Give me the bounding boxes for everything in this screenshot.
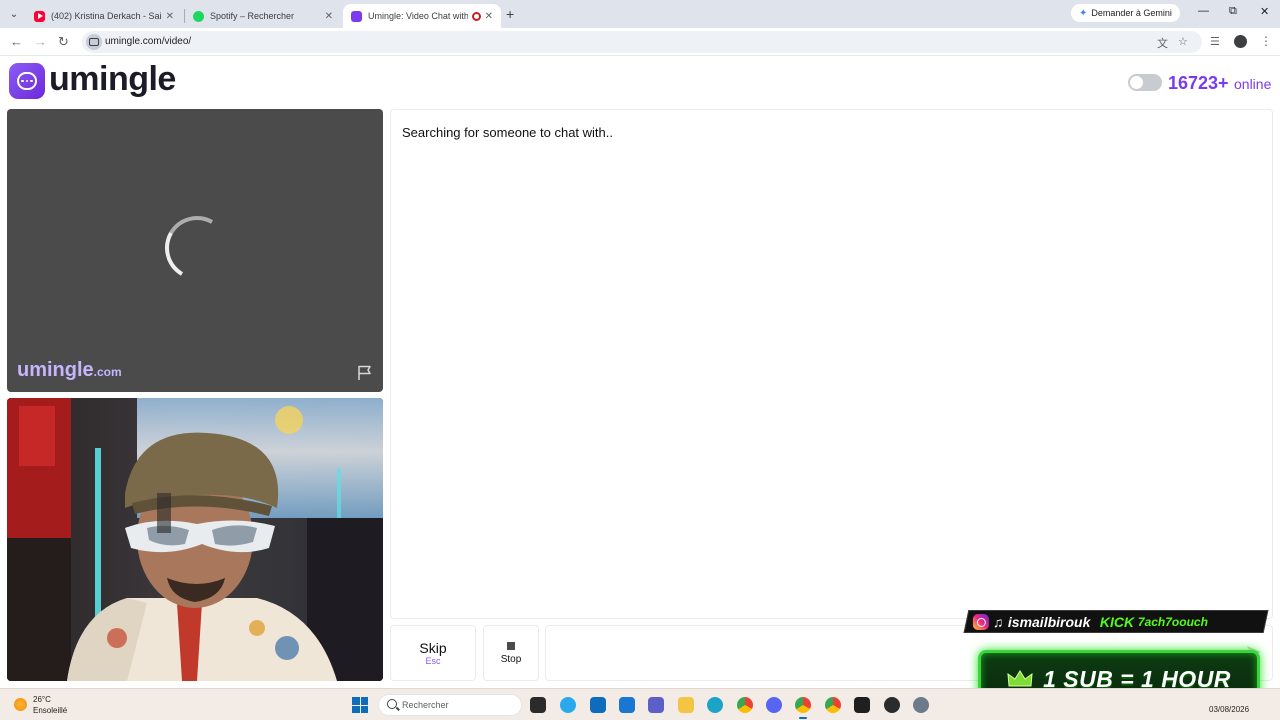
online-label: online	[1234, 76, 1272, 92]
windows-start-icon[interactable]	[352, 697, 368, 713]
reload-icon[interactable]: ↻	[58, 34, 69, 50]
weather-description: Ensoleillé	[33, 706, 68, 715]
stop-button[interactable]: Stop	[483, 625, 539, 681]
skip-button[interactable]: Skip Esc	[390, 625, 476, 681]
taskview-icon[interactable]	[530, 697, 546, 713]
edge-icon[interactable]	[707, 697, 723, 713]
tab-spotify[interactable]: Spotify – Rechercher ✕	[185, 4, 341, 28]
active-app-indicator	[799, 717, 807, 719]
discord-icon[interactable]	[766, 697, 782, 713]
local-webcam-video	[7, 398, 383, 681]
translate-icon[interactable]: 文	[1157, 35, 1168, 51]
file-explorer-icon[interactable]	[678, 697, 694, 713]
windows-taskbar: 26°C Ensoleillé Rechercher 03/08/2026	[0, 688, 1280, 720]
telegram-icon[interactable]	[560, 697, 576, 713]
profile-avatar-icon[interactable]	[1234, 35, 1247, 48]
watermark-suffix: .com	[93, 365, 122, 379]
stop-label: Stop	[500, 653, 522, 665]
tab-search-chevron-icon[interactable]: ⌄	[6, 6, 22, 22]
tiktok-icon: ♫	[993, 613, 1004, 630]
recording-icon	[471, 11, 481, 21]
chrome-profile-icon[interactable]	[825, 697, 841, 713]
online-count: 16723+	[1168, 73, 1229, 93]
gemini-button[interactable]: ✦ Demander à Gemini	[1071, 4, 1180, 22]
taskbar-date: 03/08/2026	[1209, 705, 1250, 714]
video-watermark: umingle.com	[17, 359, 122, 382]
tab-youtube[interactable]: (402) Kristina Derkach - Saidi 2 ✕	[26, 4, 182, 28]
gemini-sparkle-icon: ✦	[1079, 7, 1088, 19]
obs-icon[interactable]	[884, 697, 900, 713]
tab-title: Spotify – Rechercher	[210, 11, 295, 21]
sun-weather-icon[interactable]	[14, 698, 27, 711]
chat-status-text: Searching for someone to chat with..	[402, 125, 614, 140]
window-close-icon[interactable]: ✕	[1260, 5, 1269, 18]
site-logo[interactable]: umingle	[49, 60, 176, 99]
search-icon	[387, 699, 397, 709]
skip-label: Skip	[419, 640, 447, 656]
new-tab-plus-icon[interactable]: +	[506, 6, 514, 22]
terminal-icon[interactable]	[854, 697, 870, 713]
social-handle: ismailbirouk	[1007, 613, 1090, 630]
browser-menu-icon[interactable]: ⋮	[1260, 34, 1272, 48]
back-arrow-icon[interactable]: ←	[10, 34, 23, 49]
bookmark-star-icon[interactable]: ☆	[1178, 35, 1188, 48]
chrome-icon[interactable]	[737, 697, 753, 713]
tab-umingle[interactable]: Umingle: Video Chat with S ✕	[343, 4, 501, 28]
loading-spinner-icon	[157, 208, 237, 288]
teams-icon[interactable]	[648, 697, 664, 713]
report-flag-icon[interactable]	[357, 365, 373, 381]
watermark-text: umingle	[17, 359, 94, 381]
site-info-icon[interactable]	[86, 34, 102, 50]
outlook-icon[interactable]	[619, 697, 635, 713]
webcam-image	[7, 398, 383, 681]
address-bar[interactable]: umingle.com/video/ 文 ☆	[82, 31, 1202, 53]
crown-icon	[1007, 670, 1033, 687]
settings-gear-icon[interactable]	[913, 697, 929, 713]
temperature: 26°C	[33, 695, 51, 704]
instagram-icon	[973, 613, 989, 630]
close-icon[interactable]: ✕	[166, 11, 174, 22]
gemini-label: Demander à Gemini	[1091, 8, 1172, 18]
taskbar-search[interactable]: Rechercher	[378, 694, 522, 716]
social-handles-overlay: ♫ ismailbirouk KICK 7ach7oouch	[963, 610, 1269, 633]
skip-shortcut-hint: Esc	[425, 656, 441, 666]
forward-arrow-icon[interactable]: →	[34, 34, 47, 49]
umingle-logo-icon[interactable]	[9, 63, 45, 99]
youtube-icon	[34, 10, 45, 22]
tab-title: Umingle: Video Chat with S	[368, 11, 468, 21]
theme-toggle[interactable]	[1128, 74, 1162, 91]
restore-icon[interactable]: ⧉	[1229, 5, 1237, 18]
minimize-icon[interactable]: —	[1198, 5, 1209, 17]
browser-tab-bar: ⌄ (402) Kristina Derkach - Saidi 2 ✕ Spo…	[0, 0, 1280, 28]
store-icon[interactable]	[590, 697, 606, 713]
stop-square-icon	[507, 641, 515, 650]
browser-toolbar: ← → ↻ umingle.com/video/ 文 ☆ ☰	[0, 28, 1280, 56]
close-icon[interactable]: ✕	[485, 11, 493, 22]
chat-panel: Searching for someone to chat with..	[390, 109, 1273, 619]
media-controls-icon[interactable]: ☰	[1210, 35, 1220, 48]
search-placeholder: Rechercher	[402, 700, 449, 710]
spotify-icon	[193, 10, 204, 22]
remote-video: umingle.com	[7, 109, 383, 392]
kick-handle: 7ach7oouch	[1138, 614, 1209, 629]
tab-title: (402) Kristina Derkach - Saidi 2	[51, 11, 162, 21]
umingle-icon	[351, 10, 362, 22]
url-text: umingle.com/video/	[105, 36, 192, 47]
close-icon[interactable]: ✕	[325, 11, 333, 22]
kick-label: KICK	[1099, 613, 1135, 630]
chrome-active-icon[interactable]	[795, 697, 811, 713]
